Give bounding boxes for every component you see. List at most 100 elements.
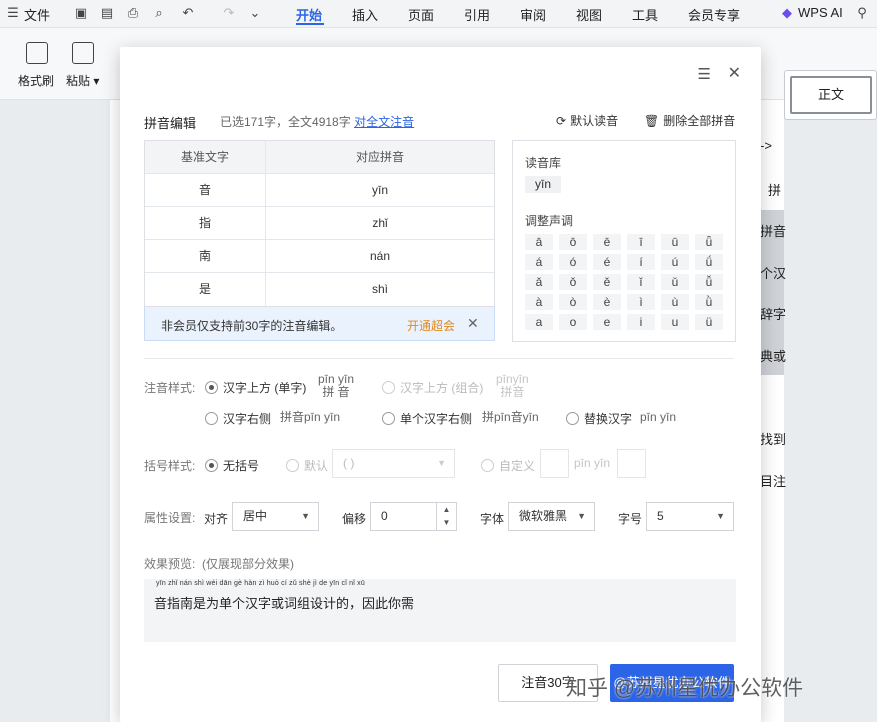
tab-insert[interactable]: 插入: [352, 5, 378, 24]
tab-review[interactable]: 审阅: [520, 5, 546, 24]
style-normal-label: 正文: [790, 76, 872, 114]
full-text-annotate-link[interactable]: 对全文注音: [354, 115, 414, 129]
pinyin-cell[interactable]: nán: [266, 240, 494, 272]
close-notice-icon[interactable]: ✕: [467, 315, 479, 332]
tone-button[interactable]: ó: [559, 254, 587, 270]
open-icon[interactable]: ▤: [100, 6, 114, 20]
tone-button[interactable]: ü: [695, 314, 723, 330]
selection-info: 已选171字，全文4918字 对全文注音: [220, 115, 415, 129]
radio-custom-bracket[interactable]: 自定义: [481, 457, 535, 474]
menu-file[interactable]: 文件: [24, 5, 50, 24]
tone-button[interactable]: ǎ: [525, 274, 553, 290]
delete-all-pinyin-button[interactable]: 🗑 删除全部拼音: [644, 112, 735, 129]
annotation-style-label: 注音样式:: [144, 381, 196, 395]
tone-button[interactable]: ǜ: [695, 294, 723, 310]
tab-home[interactable]: 开始: [296, 5, 322, 24]
bracket-default-select[interactable]: ( ) ▼: [332, 449, 455, 478]
active-tab-indicator: [296, 23, 324, 25]
tone-button[interactable]: o: [559, 314, 587, 330]
tone-adjust-label: 调整声调: [525, 214, 574, 228]
tone-button[interactable]: ǚ: [695, 274, 723, 290]
search-icon[interactable]: ⚲: [855, 6, 869, 20]
hamburger-icon[interactable]: ☰: [6, 6, 20, 20]
radio-above-single[interactable]: 汉字上方 (单字): [205, 379, 306, 396]
radio-replace[interactable]: 替换汉字: [566, 410, 632, 427]
table-row[interactable]: 是 shì: [145, 273, 494, 306]
tone-button[interactable]: a: [525, 314, 553, 330]
tone-button[interactable]: ā: [525, 234, 553, 250]
trash-icon: 🗑: [644, 113, 660, 128]
style-normal-box[interactable]: 正文: [784, 70, 877, 120]
pinyin-cell[interactable]: zhǐ: [266, 207, 494, 239]
stepper-arrows-icon[interactable]: ▲ ▼: [436, 503, 456, 530]
tab-tools[interactable]: 工具: [632, 5, 658, 24]
wps-ai-icon: ◆: [782, 5, 792, 20]
print-preview-icon[interactable]: ⌕: [152, 6, 166, 20]
sample-replace: pīn yīn: [640, 410, 677, 424]
reading-library-label: 读音库: [525, 156, 562, 170]
table-row[interactable]: 指 zhǐ: [145, 207, 494, 240]
upgrade-vip-link[interactable]: 开通超会: [407, 317, 455, 334]
save-icon[interactable]: ▣: [74, 6, 88, 20]
default-reading-button[interactable]: ⟳ 默认读音: [556, 112, 618, 129]
tone-button[interactable]: ú: [661, 254, 689, 270]
custom-left-bracket-input[interactable]: [540, 449, 569, 478]
tab-page[interactable]: 页面: [408, 5, 434, 24]
table-row[interactable]: 南 nán: [145, 240, 494, 273]
custom-right-bracket-input[interactable]: [617, 449, 646, 478]
tone-button[interactable]: í: [627, 254, 655, 270]
close-icon[interactable]: ✕: [728, 63, 741, 83]
font-select[interactable]: 微软雅黑 ▼: [508, 502, 595, 531]
redo-icon[interactable]: ↷: [222, 6, 236, 20]
tone-button[interactable]: ì: [627, 294, 655, 310]
radio-single-right[interactable]: 单个汉字右侧: [382, 410, 472, 427]
offset-stepper[interactable]: 0 ▲ ▼: [370, 502, 457, 531]
tab-reference[interactable]: 引用: [464, 5, 490, 24]
tone-button[interactable]: ī: [627, 234, 655, 250]
tone-button[interactable]: é: [593, 254, 621, 270]
sample-single-right: 拼pīn音yīn: [482, 410, 539, 424]
tone-button[interactable]: ǒ: [559, 274, 587, 290]
more-chevron-icon[interactable]: ⌄: [248, 6, 262, 20]
pinyin-cell[interactable]: shì: [266, 273, 494, 306]
align-label: 对齐: [204, 512, 229, 526]
tone-button[interactable]: ě: [593, 274, 621, 290]
tone-button[interactable]: i: [627, 314, 655, 330]
tone-button[interactable]: ù: [661, 294, 689, 310]
tab-view[interactable]: 视图: [576, 5, 602, 24]
tone-button[interactable]: ū: [661, 234, 689, 250]
tab-member[interactable]: 会员专享: [688, 5, 740, 24]
tone-button[interactable]: e: [593, 314, 621, 330]
radio-above-group[interactable]: 汉字上方 (组合): [382, 379, 483, 396]
paste-button[interactable]: 粘贴 ▾: [66, 72, 99, 89]
wps-ai-button[interactable]: WPS AI: [798, 5, 843, 20]
refresh-icon: ⟳: [556, 113, 567, 128]
radio-default-bracket[interactable]: 默认: [286, 457, 328, 474]
table-row[interactable]: 音 yīn: [145, 174, 494, 207]
pinyin-cell[interactable]: yīn: [266, 174, 494, 206]
reading-option-chip[interactable]: yīn: [525, 176, 562, 193]
radio-right-side[interactable]: 汉字右侧: [205, 410, 271, 427]
sample-custom-bracket: pīn yīn: [574, 456, 611, 470]
base-char-cell: 南: [145, 240, 266, 272]
menu-icon[interactable]: ☰: [698, 65, 711, 83]
tone-button[interactable]: à: [525, 294, 553, 310]
radio-no-bracket[interactable]: 无括号: [205, 457, 259, 474]
tone-button[interactable]: u: [661, 314, 689, 330]
tone-button[interactable]: è: [593, 294, 621, 310]
tone-button[interactable]: ò: [559, 294, 587, 310]
tone-button[interactable]: ē: [593, 234, 621, 250]
format-painter-button[interactable]: 格式刷: [18, 72, 54, 89]
align-select[interactable]: 居中 ▼: [232, 502, 319, 531]
size-select[interactable]: 5 ▼: [646, 502, 734, 531]
undo-icon[interactable]: ↶: [181, 6, 195, 20]
tone-button[interactable]: ō: [559, 234, 587, 250]
preview-text: 音指南是为单个汉字或词组设计的，因此你需: [154, 596, 415, 611]
tone-button[interactable]: ǘ: [695, 254, 723, 270]
tone-button[interactable]: á: [525, 254, 553, 270]
print-icon[interactable]: ⎙: [126, 6, 140, 20]
tone-button[interactable]: ǐ: [627, 274, 655, 290]
tone-button[interactable]: ǖ: [695, 234, 723, 250]
offset-label: 偏移: [342, 512, 367, 526]
tone-button[interactable]: ǔ: [661, 274, 689, 290]
